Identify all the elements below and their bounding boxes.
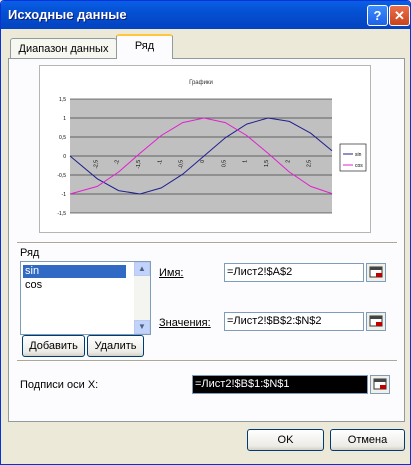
x-tick-label: 1,5: [264, 160, 270, 167]
name-input[interactable]: =Лист2!$A$2: [224, 263, 364, 282]
x-labels-range-button[interactable]: [370, 375, 390, 394]
series-section-label: Ряд: [20, 247, 40, 259]
tab-panel: Графики 1,5 1 0,5 0 -0,5 -1 -1,5 -2,5 -2 -1,5 -1 -0,…: [8, 58, 405, 422]
name-range-button[interactable]: [366, 263, 386, 282]
range-select-icon: [373, 378, 387, 390]
series-item-cos[interactable]: cos: [23, 279, 126, 292]
chart-preview: Графики 1,5 1 0,5 0 -0,5 -1 -1,5 -2,5 -2 -1,5 -1 -0,…: [39, 65, 371, 233]
help-button[interactable]: ?: [367, 5, 388, 26]
chart-svg: Графики 1,5 1 0,5 0 -0,5 -1 -1,5 -2,5 -2 -1,5 -1 -0,…: [57, 80, 367, 217]
legend-label-sin: sin: [355, 152, 362, 158]
values-label: Значения:: [159, 317, 211, 329]
tab-series-label: Ряд: [134, 40, 155, 52]
delete-series-button[interactable]: Удалить: [87, 335, 144, 357]
chart-title: Графики: [189, 80, 213, 86]
x-tick-label: 0,5: [221, 160, 227, 167]
y-tick-label: 1: [63, 116, 66, 122]
x-labels-input[interactable]: =Лист2!$B$1:$N$1: [192, 375, 368, 394]
y-tick-label: -1,5: [57, 211, 66, 217]
values-range-button[interactable]: [366, 312, 386, 331]
help-icon: ?: [373, 8, 382, 23]
close-button[interactable]: ✕: [389, 5, 410, 26]
x-tick-label: 2: [285, 160, 291, 163]
range-select-icon: [369, 266, 383, 278]
scroll-up-icon[interactable]: ▲: [134, 262, 150, 276]
y-tick-label: 1,5: [59, 97, 66, 103]
dialog-window: Исходные данные ? ✕ Диапазон данных Ряд …: [0, 0, 411, 465]
x-tick-label: -2: [115, 160, 121, 165]
tab-series[interactable]: Ряд: [116, 34, 173, 59]
list-scrollbar[interactable]: ▲ ▼: [134, 262, 150, 334]
y-tick-label: -0,5: [57, 173, 66, 179]
tab-data-range[interactable]: Диапазон данных: [10, 38, 117, 59]
series-item-sin[interactable]: sin: [23, 265, 126, 278]
add-series-button[interactable]: Добавить: [22, 335, 85, 357]
series-listbox[interactable]: sin cos ▲ ▼: [20, 261, 151, 335]
y-tick-label: -1: [62, 192, 67, 198]
x-labels-label: Подписи оси X:: [20, 379, 99, 391]
x-tick-label: -2,5: [93, 160, 99, 169]
y-tick-label: 0,5: [59, 135, 66, 141]
x-tick-label: -1,5: [136, 160, 142, 169]
close-icon: ✕: [394, 8, 405, 23]
x-tick-label: 1: [243, 160, 249, 163]
x-tick-label: -0,5: [179, 160, 185, 169]
scroll-down-icon[interactable]: ▼: [134, 320, 150, 334]
range-select-icon: [369, 315, 383, 327]
cancel-button[interactable]: Отмена: [330, 429, 405, 451]
ok-button[interactable]: OK: [247, 429, 324, 451]
title-bar[interactable]: Исходные данные ? ✕: [1, 1, 410, 29]
window-title: Исходные данные: [8, 7, 127, 22]
name-label: Имя:: [159, 267, 184, 279]
divider: [17, 360, 397, 362]
divider: [17, 242, 397, 244]
legend-label-cos: cos: [355, 163, 363, 169]
x-tick-label: 2,5: [307, 160, 313, 167]
tab-data-range-label: Диапазон данных: [18, 43, 109, 55]
values-input[interactable]: =Лист2!$B$2:$N$2: [224, 312, 364, 331]
x-tick-label: 0: [200, 160, 206, 163]
x-tick-label: -1: [157, 160, 163, 165]
y-tick-label: 0: [63, 154, 66, 160]
